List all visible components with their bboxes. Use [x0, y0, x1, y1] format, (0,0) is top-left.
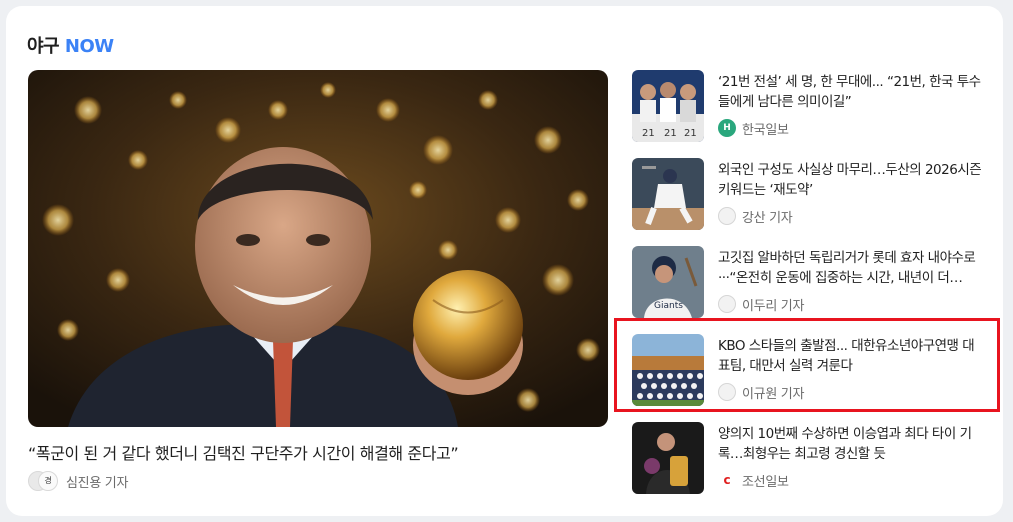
news-item[interactable]: 외국인 구성도 사실상 마무리…두산의 2026시즌 키워드는 ‘재도약’ 강산… [632, 158, 987, 230]
news-source: H 한국일보 [718, 118, 789, 138]
news-source: 강산 기자 [718, 206, 793, 226]
press-logo-icon [718, 383, 736, 401]
news-item[interactable]: 21 21 21 ‘21번 전설’ 세 명, 한 무대에... “21번, 한국… [632, 70, 987, 142]
news-title[interactable]: KBO 스타들의 출발점... 대한유소년야구연맹 대표팀, 대만서 실력 겨룬… [718, 336, 986, 376]
press-logo-icon [718, 295, 736, 313]
news-item[interactable]: KBO 스타들의 출발점... 대한유소년야구연맹 대표팀, 대만서 실력 겨룬… [632, 334, 987, 406]
svg-text:21: 21 [664, 128, 677, 139]
press-logo-icon: 경 [38, 471, 58, 491]
section-title-accent: NOW [64, 36, 114, 57]
news-thumbnail[interactable]: 21 21 21 [632, 70, 704, 142]
reporter-avatar: 경 [28, 471, 60, 491]
news-item[interactable]: 양의지 10번째 수상하면 이승엽과 최다 타이 기록…최형우는 최고령 경신할… [632, 422, 987, 494]
news-thumbnail[interactable] [632, 334, 704, 406]
svg-text:21: 21 [642, 128, 655, 139]
featured-photo [28, 70, 608, 427]
svg-text:Giants: Giants [654, 301, 683, 311]
news-source: 이두리 기자 [718, 294, 804, 314]
news-source-name[interactable]: 이두리 기자 [742, 295, 804, 314]
press-logo-icon: c [718, 471, 736, 489]
news-source-name[interactable]: 이규원 기자 [742, 383, 804, 402]
featured-article-image[interactable] [28, 70, 608, 427]
news-thumbnail[interactable] [632, 158, 704, 230]
news-item[interactable]: Giants 고깃집 알바하던 독립리거가 롯데 효자 내야수로···“온전히 … [632, 246, 987, 318]
section-title-prefix: 야구 [27, 36, 60, 57]
news-source: c 조선일보 [718, 470, 789, 490]
baseball-now-card: 야구 NOW “폭군이 된 거 같다 했더니 김택진 구단주가 시간이 해결해 … [6, 6, 1003, 516]
featured-article-meta: 경 심진용 기자 [28, 470, 128, 492]
news-source-name[interactable]: 조선일보 [742, 471, 789, 490]
news-source-name[interactable]: 한국일보 [742, 119, 789, 138]
press-logo-icon: H [718, 119, 736, 137]
news-title[interactable]: ‘21번 전설’ 세 명, 한 무대에... “21번, 한국 투수들에게 남다… [718, 72, 986, 112]
news-source-name[interactable]: 강산 기자 [742, 207, 793, 226]
news-title[interactable]: 외국인 구성도 사실상 마무리…두산의 2026시즌 키워드는 ‘재도약’ [718, 160, 986, 200]
section-title: 야구 NOW [27, 32, 114, 58]
featured-article-title[interactable]: “폭군이 된 거 같다 했더니 김택진 구단주가 시간이 해결해 준다고” [28, 440, 608, 464]
reporter-avatar-icon [718, 207, 736, 225]
news-source: 이규원 기자 [718, 382, 804, 402]
featured-reporter[interactable]: 심진용 기자 [66, 472, 128, 491]
news-thumbnail[interactable] [632, 422, 704, 494]
news-title[interactable]: 고깃집 알바하던 독립리거가 롯데 효자 내야수로···“온전히 운동에 집중하… [718, 248, 986, 288]
news-title[interactable]: 양의지 10번째 수상하면 이승엽과 최다 타이 기록…최형우는 최고령 경신할… [718, 424, 986, 464]
svg-text:21: 21 [684, 128, 697, 139]
news-thumbnail[interactable]: Giants [632, 246, 704, 318]
